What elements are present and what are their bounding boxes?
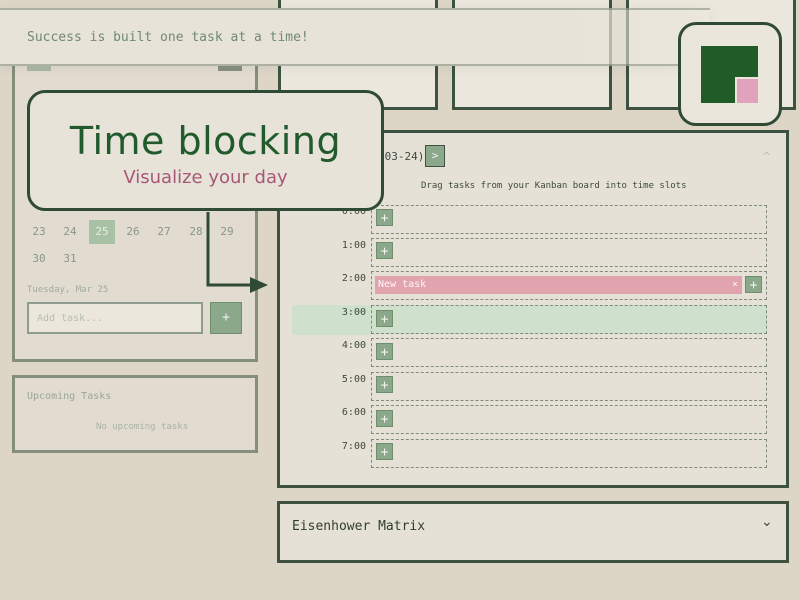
time-slot[interactable] — [371, 405, 767, 434]
time-slot[interactable] — [371, 238, 767, 267]
motto-text: Success is built one task at a time! — [27, 30, 309, 45]
time-slot[interactable] — [371, 205, 767, 234]
upcoming-title: Upcoming Tasks — [27, 391, 112, 402]
hour-label: 2:00 — [341, 273, 366, 284]
add-task-input[interactable]: Add task... — [27, 302, 203, 334]
task-label: New task — [378, 279, 427, 290]
time-slot[interactable] — [371, 338, 767, 367]
slot-add-button[interactable]: + — [376, 209, 393, 226]
calendar-day[interactable]: 31 — [57, 247, 83, 271]
calendar-day[interactable]: 29 — [214, 220, 240, 244]
next-day-button[interactable]: > — [425, 145, 445, 167]
hour-label: 1:00 — [341, 240, 366, 251]
task-block[interactable]: New task × — [375, 276, 742, 294]
logo-mark-icon — [701, 46, 758, 103]
slot-add-button[interactable]: + — [745, 276, 762, 293]
app-logo — [678, 22, 782, 126]
hour-label: 4:00 — [341, 340, 366, 351]
hour-label: 5:00 — [341, 374, 366, 385]
time-slot-highlighted[interactable] — [371, 305, 767, 334]
slot-add-button[interactable]: + — [376, 242, 393, 259]
upcoming-panel — [12, 375, 258, 453]
upcoming-empty: No upcoming tasks — [96, 422, 189, 432]
hour-label: 3:00 — [341, 307, 366, 318]
task-remove-icon[interactable]: × — [732, 276, 738, 294]
calendar-day[interactable]: 23 — [26, 220, 52, 244]
time-slot[interactable] — [371, 439, 767, 468]
callout-subtitle: Visualize your day — [123, 167, 288, 188]
selected-date-label: Tuesday, Mar 25 — [27, 285, 109, 295]
time-blocking-date: -03-24) — [378, 150, 425, 163]
calendar-day[interactable]: 30 — [26, 247, 52, 271]
collapse-icon[interactable]: ^ — [762, 150, 771, 163]
slot-add-button[interactable]: + — [376, 376, 393, 393]
time-blocking-instruction: Drag tasks from your Kanban board into t… — [421, 181, 687, 191]
slot-add-button[interactable]: + — [376, 443, 393, 460]
callout-title: Time blocking — [69, 119, 342, 163]
slot-add-button[interactable]: + — [376, 410, 393, 427]
hour-label: 6:00 — [341, 407, 366, 418]
feature-callout: Time blocking Visualize your day — [27, 90, 384, 211]
calendar-day[interactable]: 26 — [120, 220, 146, 244]
time-slot[interactable] — [371, 372, 767, 401]
hour-label: 7:00 — [341, 441, 366, 452]
calendar-day[interactable]: 24 — [57, 220, 83, 244]
calendar-day[interactable]: 27 — [151, 220, 177, 244]
calendar-day[interactable]: 28 — [183, 220, 209, 244]
add-task-button[interactable]: + — [210, 302, 242, 334]
eisenhower-title: Eisenhower Matrix — [292, 519, 426, 534]
expand-icon[interactable]: ⌄ — [761, 514, 773, 530]
calendar-day-selected[interactable]: 25 — [89, 220, 115, 244]
slot-add-button[interactable]: + — [376, 310, 393, 327]
slot-add-button[interactable]: + — [376, 343, 393, 360]
